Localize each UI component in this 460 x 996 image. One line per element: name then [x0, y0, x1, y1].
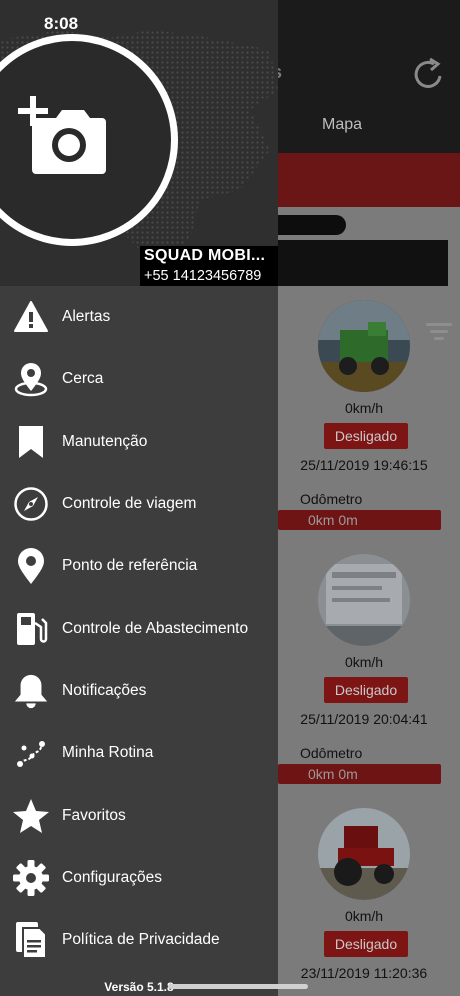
location-pin-icon — [12, 547, 50, 585]
menu-item-minha-rotina[interactable]: Minha Rotina — [0, 722, 278, 784]
home-indicator[interactable] — [168, 984, 308, 989]
bookmark-icon — [12, 423, 50, 461]
filter-icon[interactable] — [426, 323, 452, 343]
menu-item-label: Cerca — [62, 370, 104, 388]
navigation-drawer: 8:08 SQUAD MOBI... +55 14123456789 Alert… — [0, 0, 278, 996]
vehicle-speed: 0km/h — [344, 908, 384, 924]
menu-item-label: Minha Rotina — [62, 744, 154, 762]
menu-item-favoritos[interactable]: Favoritos — [0, 784, 278, 846]
vehicle-photo — [318, 554, 410, 646]
refresh-icon[interactable] — [412, 56, 446, 92]
menu-item-label: Política de Privacidade — [62, 931, 220, 949]
status-bar-time: 8:08 — [44, 14, 79, 33]
menu-item-label: Controle de viagem — [62, 495, 197, 513]
odometer-label: Odômetro — [300, 745, 363, 761]
user-name: SQUAD MOBI... — [140, 246, 278, 266]
menu-item-manutencao[interactable]: Manutenção — [0, 411, 278, 473]
compass-icon — [12, 485, 50, 523]
document-icon — [12, 921, 50, 960]
menu-item-alertas[interactable]: Alertas — [0, 286, 278, 348]
odometer-value: 0km 0m — [278, 764, 441, 784]
route-icon — [12, 734, 50, 772]
status-badge: Desligado — [324, 423, 408, 449]
menu-item-controle-viagem[interactable]: Controle de viagem — [0, 473, 278, 535]
menu-item-configuracoes[interactable]: Configurações — [0, 847, 278, 909]
add-photo-icon[interactable] — [18, 96, 108, 176]
menu-item-label: Controle de Abastecimento — [62, 619, 249, 637]
vehicle-datetime: 23/11/2019 11:20:36 — [300, 965, 428, 981]
geofence-pin-icon — [12, 360, 50, 398]
vehicle-datetime: 25/11/2019 20:04:41 — [300, 711, 428, 727]
vehicle-datetime: 25/11/2019 19:46:15 — [300, 457, 428, 473]
gear-icon — [12, 859, 50, 897]
menu-item-label: Favoritos — [62, 806, 126, 824]
warning-icon — [12, 298, 50, 336]
drawer-menu: Alertas Cerca Manutenção Controle de via… — [0, 286, 278, 971]
menu-item-notificacoes[interactable]: Notificações — [0, 660, 278, 722]
menu-item-label: Manutenção — [62, 432, 148, 450]
vehicle-photo — [318, 300, 410, 392]
vehicle-speed: 0km/h — [344, 400, 384, 416]
drawer-header: 8:08 SQUAD MOBI... +55 14123456789 — [0, 0, 278, 286]
vehicle-speed: 0km/h — [344, 654, 384, 670]
menu-item-label: Notificações — [62, 681, 147, 699]
odometer-value: 0km 0m — [278, 510, 441, 530]
menu-item-cerca[interactable]: Cerca — [0, 348, 278, 410]
vehicle-photo — [318, 808, 410, 900]
fuel-pump-icon — [12, 610, 50, 648]
menu-item-label: Ponto de referência — [62, 557, 198, 575]
odometer-label: Odômetro — [300, 491, 363, 507]
menu-item-label: Configurações — [62, 868, 162, 886]
menu-item-abastecimento[interactable]: Controle de Abastecimento — [0, 597, 278, 659]
status-badge: Desligado — [324, 677, 408, 703]
star-icon — [12, 797, 50, 835]
bell-icon — [12, 672, 50, 710]
list-header-strip — [262, 240, 448, 286]
menu-item-ponto-referencia[interactable]: Ponto de referência — [0, 535, 278, 597]
user-phone: +55 14123456789 — [140, 266, 278, 286]
menu-item-politica-privacidade[interactable]: Política de Privacidade — [0, 909, 278, 971]
menu-item-label: Alertas — [62, 308, 111, 326]
tab-mapa[interactable]: Mapa — [322, 116, 362, 134]
status-badge: Desligado — [324, 931, 408, 957]
